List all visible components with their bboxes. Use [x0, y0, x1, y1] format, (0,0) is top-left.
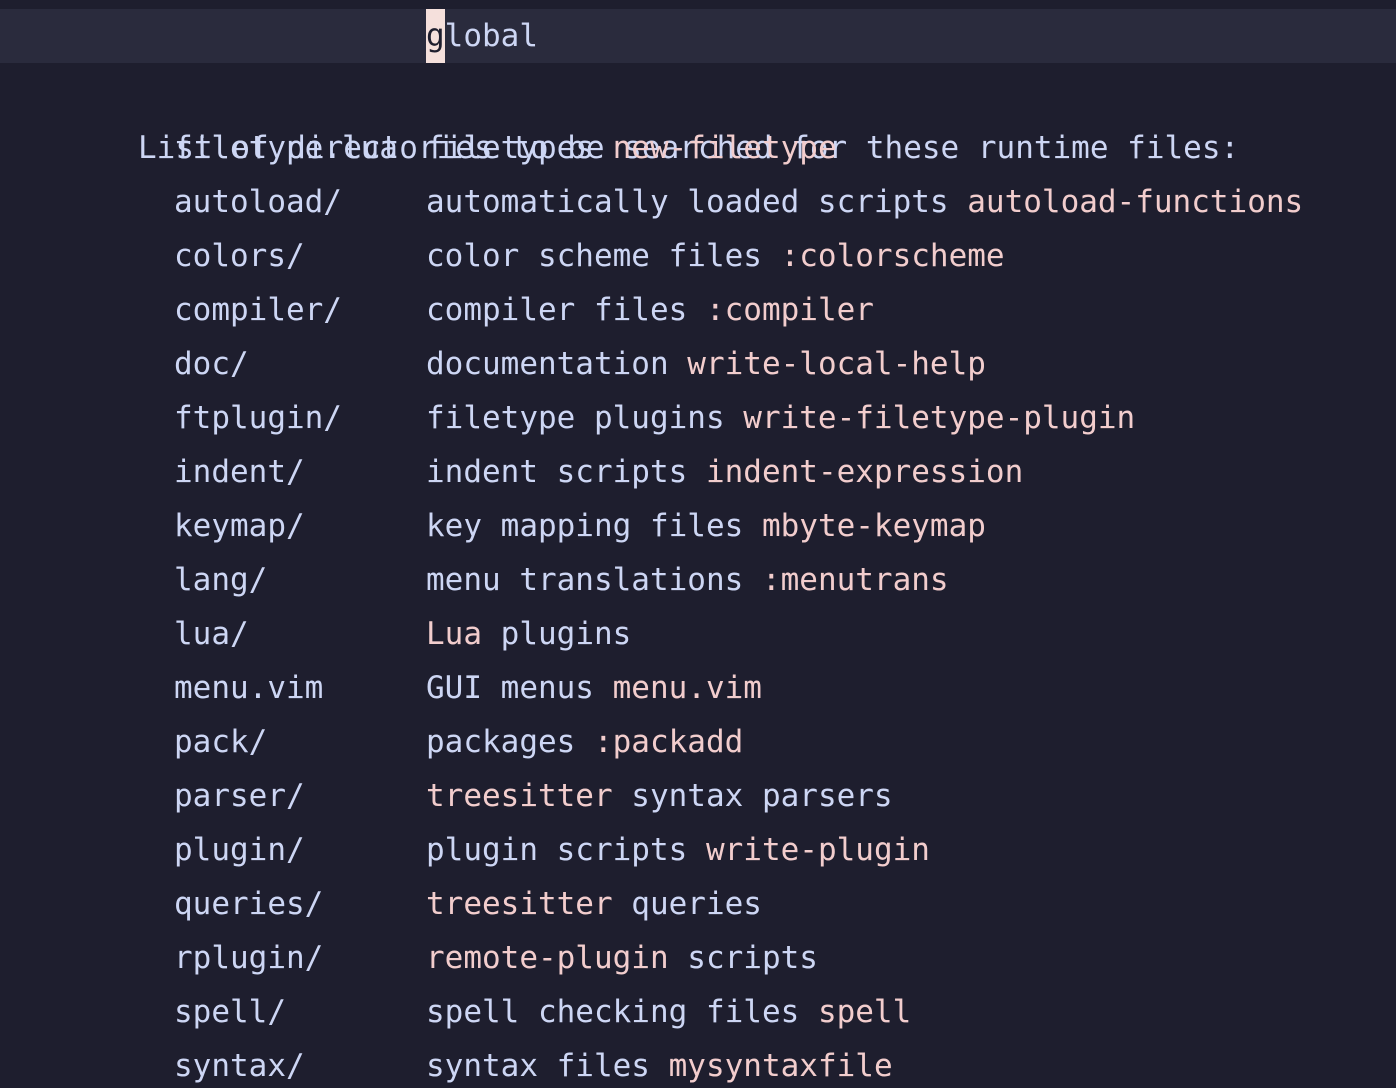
runtime-dir-name: parser/	[174, 778, 305, 814]
description-text: filetypes	[426, 130, 613, 166]
runtime-dir-name: rplugin/	[174, 940, 324, 976]
runtime-dir-row: compiler/compiler files :compiler	[0, 283, 1396, 337]
runtime-dir-row: autoload/automatically loaded scripts au…	[0, 175, 1396, 229]
runtime-dir-name: pack/	[174, 724, 268, 760]
help-tag-link[interactable]: Lua	[426, 616, 482, 652]
runtime-dir-row: parser/treesitter syntax parsers	[0, 769, 1396, 823]
description-text: plugins	[482, 616, 632, 652]
runtime-dir-name: doc/	[174, 346, 249, 382]
runtime-dir-name: filetype.lua	[174, 130, 398, 166]
cursor-line-rest: lobal	[444, 18, 538, 54]
help-tag-link[interactable]: treesitter	[426, 778, 613, 814]
runtime-dir-row: ftplugin/filetype plugins write-filetype…	[0, 391, 1396, 445]
runtime-dir-name: autoload/	[174, 184, 342, 220]
help-tag-link[interactable]: :packadd	[594, 724, 743, 760]
description-text: plugin scripts	[426, 832, 706, 868]
description-text: documentation	[426, 346, 688, 382]
runtime-dir-description: GUI menus menu.vim	[426, 661, 762, 715]
runtime-dir-description: documentation write-local-help	[426, 337, 986, 391]
runtime-dir-description: treesitter queries	[426, 877, 762, 931]
text-cursor: g	[426, 9, 445, 63]
runtime-dir-description: menu translations :menutrans	[426, 553, 949, 607]
runtime-dir-description: filetypes new-filetype	[426, 121, 837, 175]
runtime-dir-name: ftplugin/	[174, 400, 342, 436]
description-text: GUI menus	[426, 670, 613, 706]
description-text: syntax files	[426, 1048, 669, 1084]
runtime-dir-name: keymap/	[174, 508, 305, 544]
runtime-dir-row: colors/color scheme files :colorscheme	[0, 229, 1396, 283]
runtime-dir-name: lua/	[174, 616, 249, 652]
runtime-dir-row: lang/menu translations :menutrans	[0, 553, 1396, 607]
runtime-dir-description: Lua plugins	[426, 607, 631, 661]
help-tag-link[interactable]: indent-expression	[706, 454, 1023, 490]
cursor-line[interactable]: global	[0, 9, 1396, 63]
runtime-dir-row: syntax/syntax files mysyntaxfile	[0, 1039, 1396, 1088]
runtime-dir-description: spell checking files spell	[426, 985, 911, 1039]
runtime-dir-name: colors/	[174, 238, 305, 274]
help-tag-link[interactable]: write-local-help	[687, 346, 986, 382]
runtime-dir-row: indent/indent scripts indent-expression	[0, 445, 1396, 499]
runtime-dir-row: pack/packages :packadd	[0, 715, 1396, 769]
runtime-dir-description: automatically loaded scripts autoload-fu…	[426, 175, 1303, 229]
runtime-dir-name: menu.vim	[174, 670, 324, 706]
description-text: syntax parsers	[612, 778, 893, 814]
runtime-dir-description: color scheme files :colorscheme	[426, 229, 1005, 283]
runtime-dir-description: filetype plugins write-filetype-plugin	[426, 391, 1135, 445]
help-tag-link[interactable]: new-filetype	[613, 130, 837, 166]
runtime-dir-row: menu.vim GUI menus menu.vim	[0, 661, 1396, 715]
help-tag-link[interactable]: :menutrans	[762, 562, 949, 598]
help-tag-link[interactable]: spell	[818, 994, 911, 1030]
description-text: queries	[612, 886, 762, 922]
description-text: automatically loaded scripts	[426, 184, 968, 220]
description-text: menu translations	[426, 562, 762, 598]
runtime-dir-row: filetype.lua filetypes new-filetype	[0, 121, 1396, 175]
runtime-dir-name: spell/	[174, 994, 286, 1030]
runtime-dir-row: spell/spell checking files spell	[0, 985, 1396, 1039]
runtime-dir-description: packages :packadd	[426, 715, 743, 769]
help-tag-link[interactable]: write-filetype-plugin	[743, 400, 1135, 436]
description-text: indent scripts	[426, 454, 706, 490]
help-tag-link[interactable]: remote-plugin	[426, 940, 669, 976]
help-tag-link[interactable]: menu.vim	[613, 670, 762, 706]
help-buffer[interactable]: { "cursor_line": { "cursor_char": "g", "…	[0, 0, 1396, 1088]
runtime-dir-description: treesitter syntax parsers	[426, 769, 893, 823]
runtime-dir-description: compiler files :compiler	[426, 283, 874, 337]
description-text: spell checking files	[426, 994, 818, 1030]
option-scope-text[interactable]: global	[426, 9, 538, 63]
runtime-dir-name: indent/	[174, 454, 305, 490]
description-text: filetype plugins	[426, 400, 744, 436]
runtime-dir-row: doc/documentation write-local-help	[0, 337, 1396, 391]
runtime-dir-description: key mapping files mbyte-keymap	[426, 499, 986, 553]
runtime-dir-description: indent scripts indent-expression	[426, 445, 1023, 499]
runtime-dir-description: remote-plugin scripts	[426, 931, 818, 985]
description-text: compiler files	[426, 292, 706, 328]
help-tag-link[interactable]: mysyntaxfile	[669, 1048, 893, 1084]
help-tag-link[interactable]: autoload-functions	[967, 184, 1303, 220]
runtime-dir-name: queries/	[174, 886, 324, 922]
heading-line: List of directories to be searched for t…	[0, 67, 1396, 166]
runtime-dir-row: keymap/key mapping files mbyte-keymap	[0, 499, 1396, 553]
help-tag-link[interactable]: :compiler	[706, 292, 874, 328]
runtime-dir-name: lang/	[174, 562, 268, 598]
runtime-dir-description: syntax files mysyntaxfile	[426, 1039, 893, 1088]
description-text: key mapping files	[426, 508, 762, 544]
runtime-dir-description: plugin scripts write-plugin	[426, 823, 930, 877]
runtime-dir-name: syntax/	[174, 1048, 305, 1084]
runtime-dir-row: lua/Lua plugins	[0, 607, 1396, 661]
runtime-dir-name: compiler/	[174, 292, 342, 328]
runtime-dir-row: rplugin/remote-plugin scripts	[0, 931, 1396, 985]
description-text: packages	[426, 724, 594, 760]
description-text: scripts	[668, 940, 818, 976]
help-tag-link[interactable]: :colorscheme	[781, 238, 1005, 274]
help-tag-link[interactable]: write-plugin	[706, 832, 930, 868]
help-tag-link[interactable]: treesitter	[426, 886, 613, 922]
runtime-dir-row: plugin/plugin scripts write-plugin	[0, 823, 1396, 877]
runtime-dir-name: plugin/	[174, 832, 305, 868]
help-tag-link[interactable]: mbyte-keymap	[762, 508, 986, 544]
runtime-dir-row: queries/treesitter queries	[0, 877, 1396, 931]
description-text: color scheme files	[426, 238, 781, 274]
